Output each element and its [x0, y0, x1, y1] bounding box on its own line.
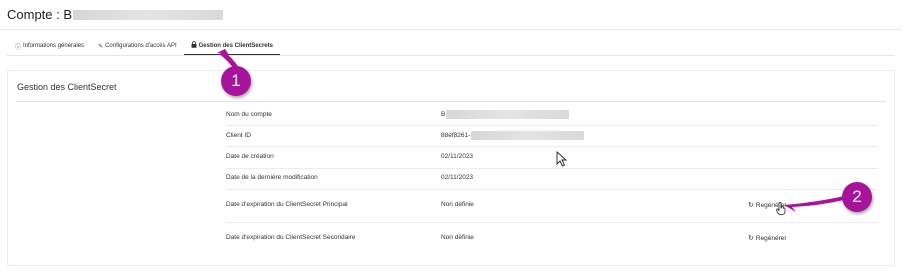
secondary-expiry-value: Non définie	[441, 234, 474, 241]
page-title: Compte : B	[7, 7, 224, 22]
creation-date-value: 02/11/2023	[441, 153, 474, 160]
redacted-value	[446, 110, 570, 119]
pencil-icon: ✎	[98, 43, 104, 50]
panel-divider	[16, 101, 886, 102]
panel-title: Gestion des ClientSecret	[17, 82, 117, 92]
row-label: Date d'expiration du ClientSecret Second…	[226, 234, 356, 241]
regenerate-label: Regénérer	[755, 234, 787, 242]
tabs-divider	[7, 55, 895, 56]
regenerate-secondary-button[interactable]: ↻ Regénérer	[748, 234, 787, 243]
row-divider	[226, 125, 878, 126]
primary-expiry-value: Non définie	[441, 201, 474, 208]
row-divider	[226, 222, 878, 223]
row-label: Date de création	[226, 153, 274, 160]
row-value: B	[441, 110, 570, 119]
row-client-id: Client ID 88ef8261-	[226, 131, 878, 140]
mouse-pointer-icon	[556, 151, 568, 167]
row-account-name: Nom du compte B	[226, 110, 878, 119]
title-divider	[0, 29, 902, 30]
tab-label: Configurations d'accès API	[105, 43, 177, 49]
row-label: Date d'expiration du ClientSecret Princi…	[226, 201, 348, 208]
tab-api-config[interactable]: ✎ Configurations d'accès API	[91, 37, 184, 55]
annotation-badge-1: 1	[221, 66, 251, 96]
redacted-value	[471, 131, 585, 140]
row-divider	[226, 168, 878, 169]
row-label: Client ID	[226, 132, 251, 139]
annotation-arrow-2	[784, 196, 844, 212]
tab-label: Informations générales	[23, 43, 85, 49]
refresh-icon: ↻	[748, 235, 754, 242]
last-modified-value: 02/11/2023	[441, 174, 474, 181]
tab-general-info[interactable]: ⓘ Informations générales	[8, 37, 91, 55]
info-icon: ⓘ	[15, 44, 22, 51]
redacted-account-name	[73, 9, 224, 20]
row-value: 88ef8261-	[441, 131, 585, 140]
annotation-badge-2: 2	[842, 182, 872, 212]
page-title-text: Compte : B	[7, 7, 73, 22]
client-id-value: 88ef8261-	[441, 132, 471, 139]
lock-icon	[191, 41, 197, 50]
row-label: Date de la dernière modification	[226, 174, 318, 181]
refresh-icon: ↻	[748, 202, 754, 209]
row-creation-date: Date de création 02/11/2023	[226, 153, 878, 160]
row-last-modified: Date de la dernière modification 02/11/2…	[226, 174, 878, 181]
account-name-value: B	[441, 111, 446, 118]
row-divider	[226, 146, 878, 147]
row-label: Nom du compte	[226, 111, 272, 118]
